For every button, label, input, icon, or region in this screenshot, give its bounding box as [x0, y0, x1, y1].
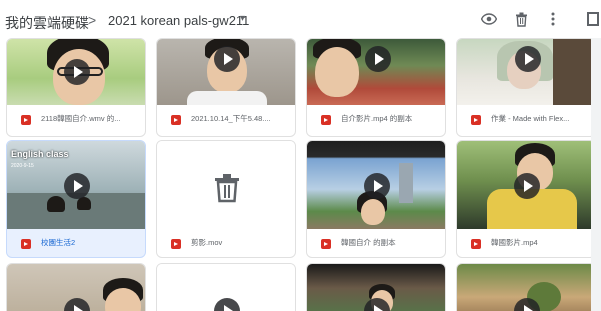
video-thumbnail	[307, 39, 445, 105]
play-icon	[364, 173, 390, 199]
file-tile[interactable]	[156, 263, 296, 311]
play-icon	[515, 46, 541, 72]
file-tile[interactable]: 韓國自介 的副本	[306, 140, 446, 258]
video-file-icon	[471, 115, 481, 125]
generic-thumbnail	[157, 141, 295, 229]
file-caption: 韓國自介 的副本	[307, 229, 445, 257]
breadcrumb-root[interactable]: 我的雲端硬碟	[5, 13, 89, 33]
file-name: 2118韓國自介.wmv 的...	[41, 114, 121, 123]
file-tile[interactable]: 2118韓國自介.wmv 的...	[6, 38, 146, 137]
video-thumbnail	[457, 39, 595, 105]
video-file-icon	[321, 115, 331, 125]
video-thumbnail	[307, 264, 445, 311]
video-file-icon	[171, 115, 181, 125]
video-thumbnail	[457, 264, 595, 311]
video-thumbnail: English class 2020-9-15	[7, 141, 145, 229]
file-tile[interactable]	[456, 263, 596, 311]
video-thumbnail	[157, 39, 295, 105]
overlay-title: English class	[11, 149, 69, 159]
more-vert-icon[interactable]	[544, 10, 562, 28]
breadcrumb-current-folder[interactable]: 2021 korean pals-gw211	[108, 13, 249, 28]
file-caption: 2021.10.14_下午5.48....	[157, 105, 295, 135]
file-name: 剪影.mov	[191, 238, 223, 247]
top-bar: 我的雲端硬碟 > 2021 korean pals-gw211 ▾	[0, 0, 601, 38]
play-icon	[64, 59, 90, 85]
file-caption: 自介影片.mp4 的副本	[307, 105, 445, 135]
file-name: 校園生活2	[41, 238, 76, 247]
video-file-icon	[21, 115, 31, 125]
breadcrumb-separator: >	[88, 12, 97, 28]
file-name: 2021.10.14_下午5.48....	[191, 114, 271, 123]
file-name: 自介影片.mp4 的副本	[341, 114, 413, 123]
video-thumbnail	[307, 141, 445, 229]
file-tile[interactable]: 自介影片.mp4 的副本	[306, 38, 446, 137]
file-tile[interactable]: 作業 - Made with Flex...	[456, 38, 596, 137]
file-tile[interactable]: 剪影.mov	[156, 140, 296, 258]
scrollbar[interactable]	[591, 38, 601, 311]
file-name: 韓國影片.mp4	[491, 238, 538, 247]
file-caption: 校園生活2	[7, 229, 145, 257]
file-tile[interactable]: 韓國影片.mp4	[456, 140, 596, 258]
chevron-down-icon[interactable]: ▾	[240, 13, 245, 24]
play-icon	[214, 46, 240, 72]
file-name: 作業 - Made with Flex...	[491, 114, 570, 123]
video-thumbnail	[7, 264, 145, 311]
overlay-date: 2020-9-15	[11, 163, 34, 169]
file-caption: 作業 - Made with Flex...	[457, 105, 595, 135]
video-file-icon	[21, 239, 31, 249]
file-tile[interactable]: 2021.10.14_下午5.48....	[156, 38, 296, 137]
file-tile-selected[interactable]: English class 2020-9-15 校園生活2	[6, 140, 146, 258]
video-file-icon	[471, 239, 481, 249]
file-caption: 2118韓國自介.wmv 的...	[7, 105, 145, 135]
file-caption: 韓國影片.mp4	[457, 229, 595, 257]
generic-thumbnail	[157, 264, 295, 311]
file-caption: 剪影.mov	[157, 229, 295, 257]
trash-icon[interactable]	[512, 10, 530, 28]
play-icon	[214, 298, 240, 311]
file-tile[interactable]	[6, 263, 146, 311]
file-tile[interactable]	[306, 263, 446, 311]
video-thumbnail	[7, 39, 145, 105]
play-icon	[514, 173, 540, 199]
trash-icon	[213, 173, 241, 208]
video-thumbnail	[457, 141, 595, 229]
eye-icon[interactable]	[480, 10, 498, 28]
file-name: 韓國自介 的副本	[341, 238, 396, 247]
details-panel-icon[interactable]	[584, 10, 601, 28]
play-icon	[64, 173, 90, 199]
video-file-icon	[171, 239, 181, 249]
play-icon	[64, 298, 90, 311]
video-file-icon	[321, 239, 331, 249]
play-icon	[365, 46, 391, 72]
